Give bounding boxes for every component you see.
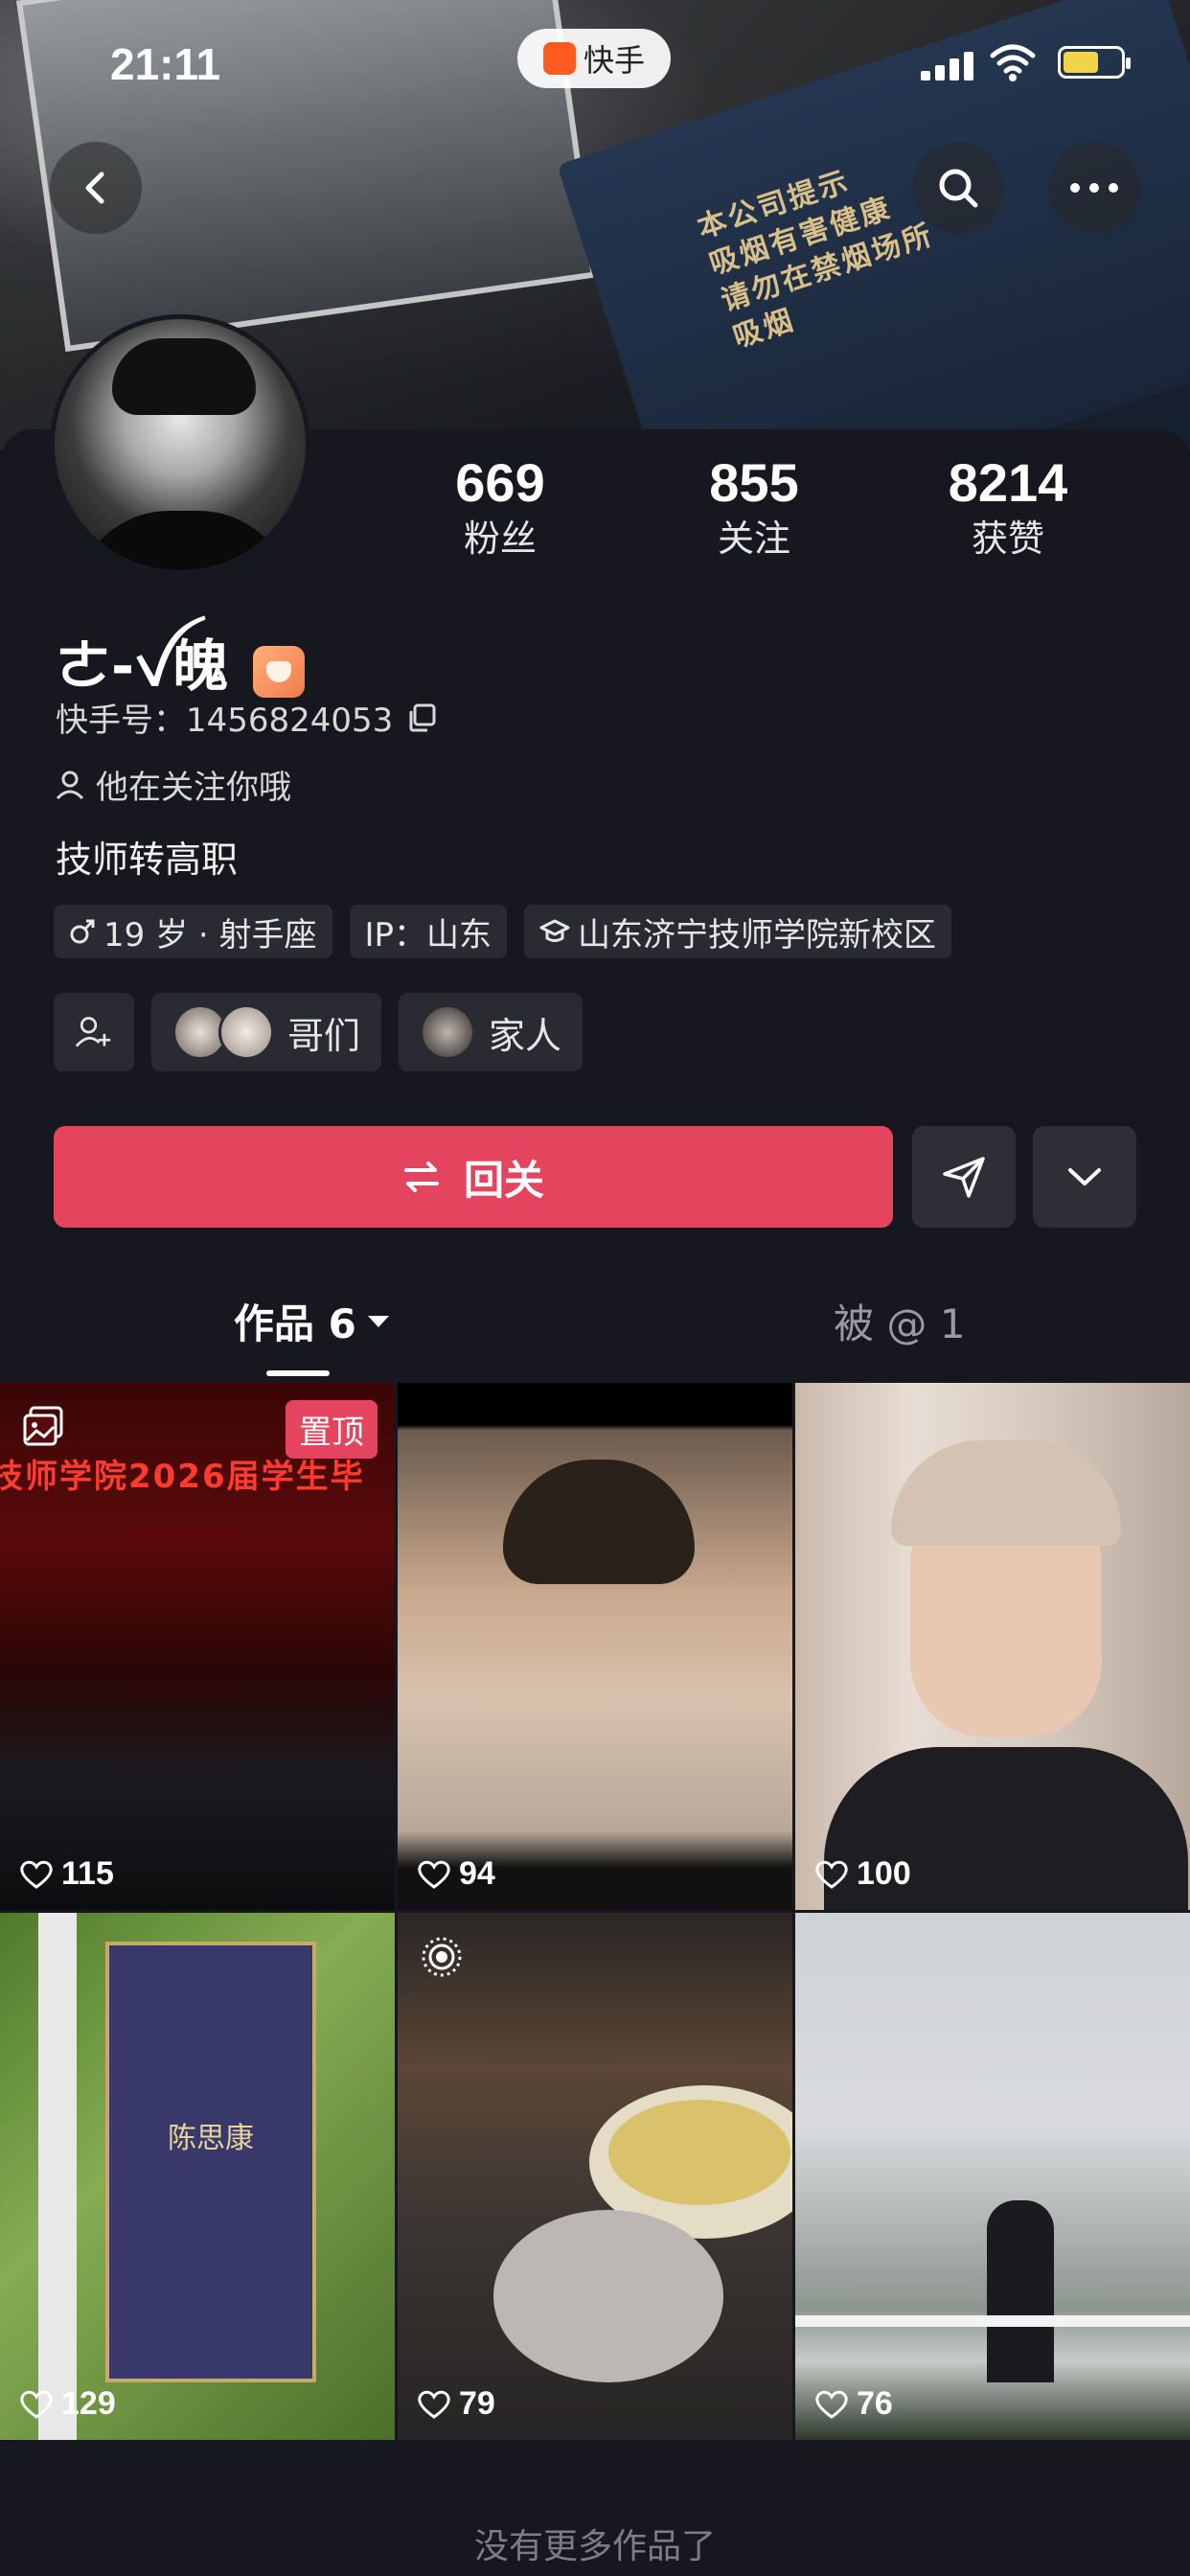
like-count-value: 115 (61, 1855, 114, 1892)
stat-likes[interactable]: 8214 获赞 (912, 450, 1104, 562)
group-label: 家人 (489, 1014, 562, 1057)
like-count-value: 94 (459, 1855, 495, 1892)
profile-tags: 19 岁 · 射手座 IP：山东 山东济宁技师学院新校区 (54, 905, 952, 958)
app-indicator: 快手 (517, 29, 671, 88)
stat-label: 关注 (717, 518, 790, 560)
status-time: 21:11 (110, 39, 221, 89)
group-chip-family[interactable]: 家人 (399, 993, 584, 1071)
caret-down-icon (367, 1315, 389, 1327)
send-icon (943, 1157, 985, 1198)
bio: 技师转高职 (56, 839, 239, 881)
signal-icon (921, 52, 974, 80)
follow-status-text: 他在关注你哦 (96, 769, 291, 807)
work-item[interactable]: 陈思康 129 (0, 1913, 395, 2440)
heart-icon (815, 2390, 848, 2419)
end-of-list-text: 没有更多作品了 (473, 2527, 716, 2566)
like-count: 100 (814, 1855, 911, 1893)
work-item[interactable]: 76 (795, 1913, 1190, 2440)
like-count: 76 (814, 2385, 893, 2423)
tag-age-text: 19 岁 · 射手座 (103, 915, 317, 954)
tab-mentioned-label: 被 @ 1 (834, 1300, 966, 1347)
group-chip-buddies[interactable]: 哥们 (151, 993, 382, 1071)
live-photo-icon (422, 1937, 462, 1977)
heart-icon (418, 1860, 450, 1889)
gallery-icon (23, 1406, 63, 1446)
like-count: 115 (19, 1855, 114, 1893)
work-item[interactable]: 100 (795, 1383, 1190, 1910)
more-button[interactable] (1048, 142, 1140, 234)
add-person-icon (75, 1017, 111, 1047)
expand-button[interactable] (1033, 1126, 1136, 1228)
male-icon (70, 919, 95, 944)
level-badge-icon[interactable] (253, 645, 306, 698)
work-item[interactable]: 79 (398, 1913, 792, 2440)
tag-school[interactable]: 山东济宁技师学院新校区 (524, 905, 952, 958)
kuaishou-id-row[interactable]: 快手号：1456824053 (56, 694, 437, 741)
like-count-value: 79 (459, 2385, 495, 2422)
stat-following[interactable]: 855 关注 (658, 450, 850, 562)
chevron-down-icon (1068, 1168, 1101, 1185)
pinned-badge: 置顶 (286, 1400, 378, 1459)
battery-icon (1058, 46, 1131, 79)
group-label: 哥们 (287, 1014, 361, 1057)
chevron-left-icon (85, 172, 104, 204)
follow-status-row: 他在关注你哦 (56, 761, 291, 808)
tag-ip: IP：山东 (349, 905, 508, 958)
stat-label: 粉丝 (463, 518, 537, 560)
stat-value: 855 (709, 452, 799, 513)
stat-value: 669 (455, 452, 545, 513)
active-tab-indicator (266, 1370, 330, 1376)
tag-age: 19 岁 · 射手座 (54, 905, 332, 958)
heart-icon (815, 1860, 848, 1889)
heart-icon (20, 2390, 53, 2419)
like-count: 129 (19, 2385, 116, 2423)
tab-works-label: 作品 6 (234, 1300, 356, 1347)
like-count: 94 (417, 1855, 495, 1893)
stat-label: 获赞 (971, 518, 1044, 560)
kuaishou-id: 快手号：1456824053 (56, 702, 394, 740)
work-item[interactable]: 技师学院2026届学生毕 置顶 115 (0, 1383, 395, 1910)
swap-arrows-icon (403, 1162, 439, 1192)
follow-back-button[interactable]: 回关 (54, 1126, 893, 1228)
search-icon (939, 169, 978, 208)
wifi-icon (990, 44, 1036, 81)
message-button[interactable] (912, 1126, 1016, 1228)
kuaishou-logo-icon (542, 42, 576, 75)
like-count: 79 (417, 2385, 495, 2423)
add-friend-button[interactable] (54, 993, 134, 1071)
tag-ip-text: IP：山东 (364, 915, 492, 954)
group-chips: 哥们 家人 (54, 993, 584, 1071)
more-dots-icon (1070, 183, 1118, 193)
app-name: 快手 (583, 42, 645, 79)
status-bar: 21:11 快手 (0, 29, 1190, 96)
member-avatar (218, 1004, 274, 1060)
stat-value: 8214 (948, 452, 1068, 513)
stat-fans[interactable]: 669 粉丝 (404, 450, 596, 562)
school-cap-icon (539, 919, 570, 942)
work-item[interactable]: 94 (398, 1383, 792, 1910)
tab-mentioned[interactable]: 被 @ 1 (834, 1292, 965, 1350)
like-count-value: 100 (857, 1855, 911, 1892)
like-count-value: 76 (857, 2385, 893, 2422)
heart-icon (418, 2390, 450, 2419)
heart-icon (20, 1860, 53, 1889)
tab-works[interactable]: 作品 6 (234, 1292, 391, 1350)
copy-icon[interactable] (406, 702, 437, 733)
follow-back-label: 回关 (463, 1156, 544, 1204)
person-icon (56, 770, 84, 799)
like-count-value: 129 (61, 2385, 116, 2422)
profile-actions: 回关 (54, 1126, 1136, 1230)
member-avatar (420, 1004, 476, 1060)
search-button[interactable] (912, 142, 1004, 234)
avatar[interactable] (50, 314, 310, 575)
tag-school-text: 山东济宁技师学院新校区 (578, 915, 937, 954)
poster-name: 陈思康 (168, 2122, 254, 2155)
back-button[interactable] (50, 142, 142, 234)
content-tabs: 作品 6 被 @ 1 (0, 1292, 1190, 1378)
